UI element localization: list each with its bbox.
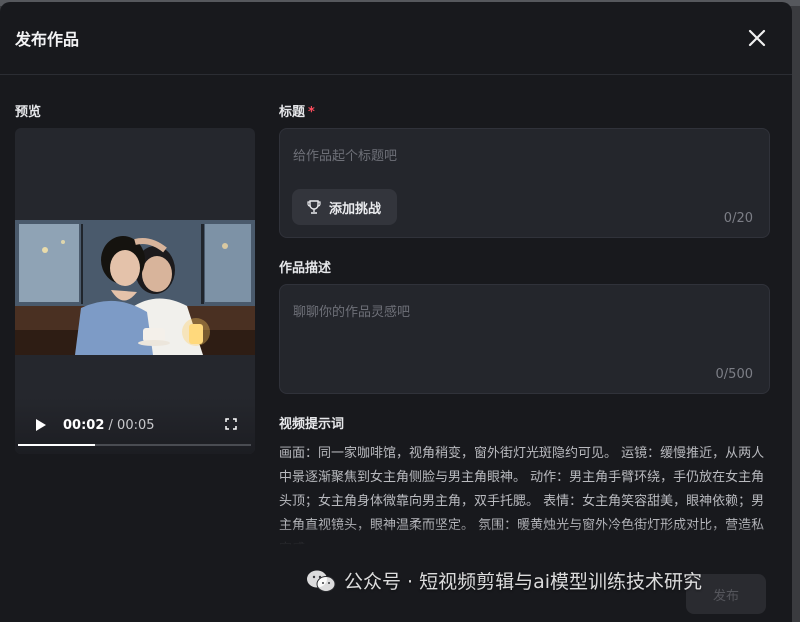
preview-label: 预览 xyxy=(15,105,42,120)
title-placeholder: 给作品起个标题吧 xyxy=(293,149,398,164)
modal-header: 发布作品 xyxy=(0,2,792,75)
watermark: 公众号 · 短视频剪辑与ai模型训练技术研究 xyxy=(306,567,702,594)
title-label: 标题 * xyxy=(279,101,315,120)
video-frame xyxy=(15,220,255,355)
description-placeholder: 聊聊你的作品灵感吧 xyxy=(293,305,411,320)
close-icon xyxy=(748,29,766,47)
add-challenge-label: 添加挑战 xyxy=(329,201,382,217)
watermark-text: 公众号 · 短视频剪辑与ai模型训练技术研究 xyxy=(344,571,703,593)
description-counter: 0/500 xyxy=(715,367,753,382)
add-challenge-button[interactable]: 添加挑战 xyxy=(292,189,398,225)
description-textarea[interactable]: 聊聊你的作品灵感吧 0/500 xyxy=(279,284,770,394)
video-preview[interactable]: 00:02 / 00:05 xyxy=(15,128,255,454)
prompt-text: 画面：同一家咖啡馆，视角稍变，窗外街灯光斑隐约可见。 运镜：缓慢推近，从两人中景… xyxy=(279,442,765,545)
publish-modal: 发布作品 预览 00:02 / 00:05 标题 * 给作品起个标题吧 添加挑战… xyxy=(0,2,792,622)
title-input[interactable]: 给作品起个标题吧 添加挑战 0/20 xyxy=(279,128,770,238)
fullscreen-icon[interactable] xyxy=(225,418,237,430)
video-progress-bar[interactable] xyxy=(18,444,251,446)
title-label-text: 标题 xyxy=(279,105,306,120)
time-separator: / xyxy=(104,418,118,433)
modal-title: 发布作品 xyxy=(15,30,80,49)
title-counter: 0/20 xyxy=(723,211,753,226)
wechat-icon xyxy=(307,570,336,592)
description-label: 作品描述 xyxy=(279,261,332,276)
play-icon[interactable] xyxy=(35,418,47,432)
video-controls: 00:02 / 00:05 xyxy=(15,398,255,454)
required-mark: * xyxy=(308,105,315,120)
video-time: 00:02 / 00:05 xyxy=(63,418,155,433)
prompt-label: 视频提示词 xyxy=(279,417,345,432)
current-time: 00:02 xyxy=(63,418,105,433)
video-progress-fill xyxy=(18,444,95,446)
duration: 00:05 xyxy=(117,418,155,433)
trophy-icon xyxy=(307,200,321,214)
close-button[interactable] xyxy=(743,24,771,52)
